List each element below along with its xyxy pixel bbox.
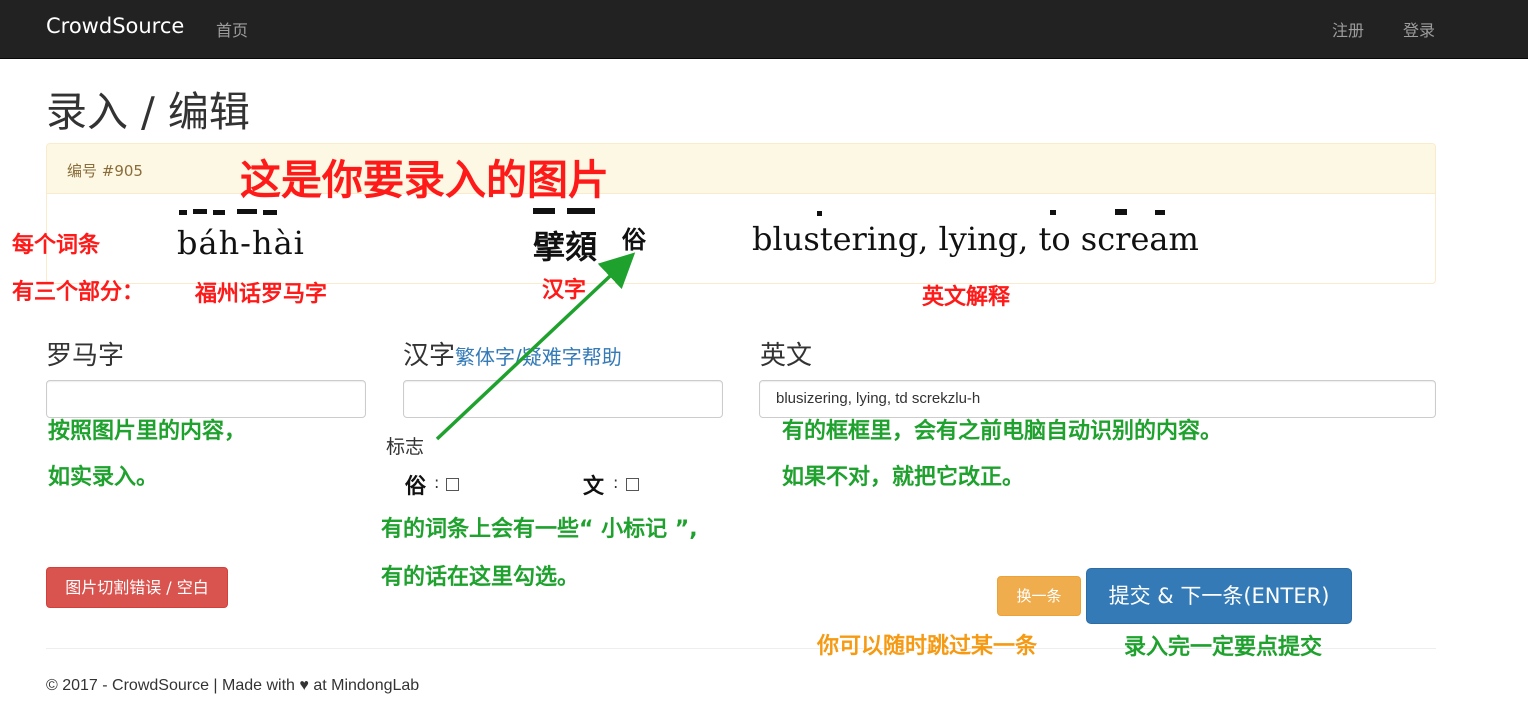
annotation-arrow — [435, 252, 636, 441]
